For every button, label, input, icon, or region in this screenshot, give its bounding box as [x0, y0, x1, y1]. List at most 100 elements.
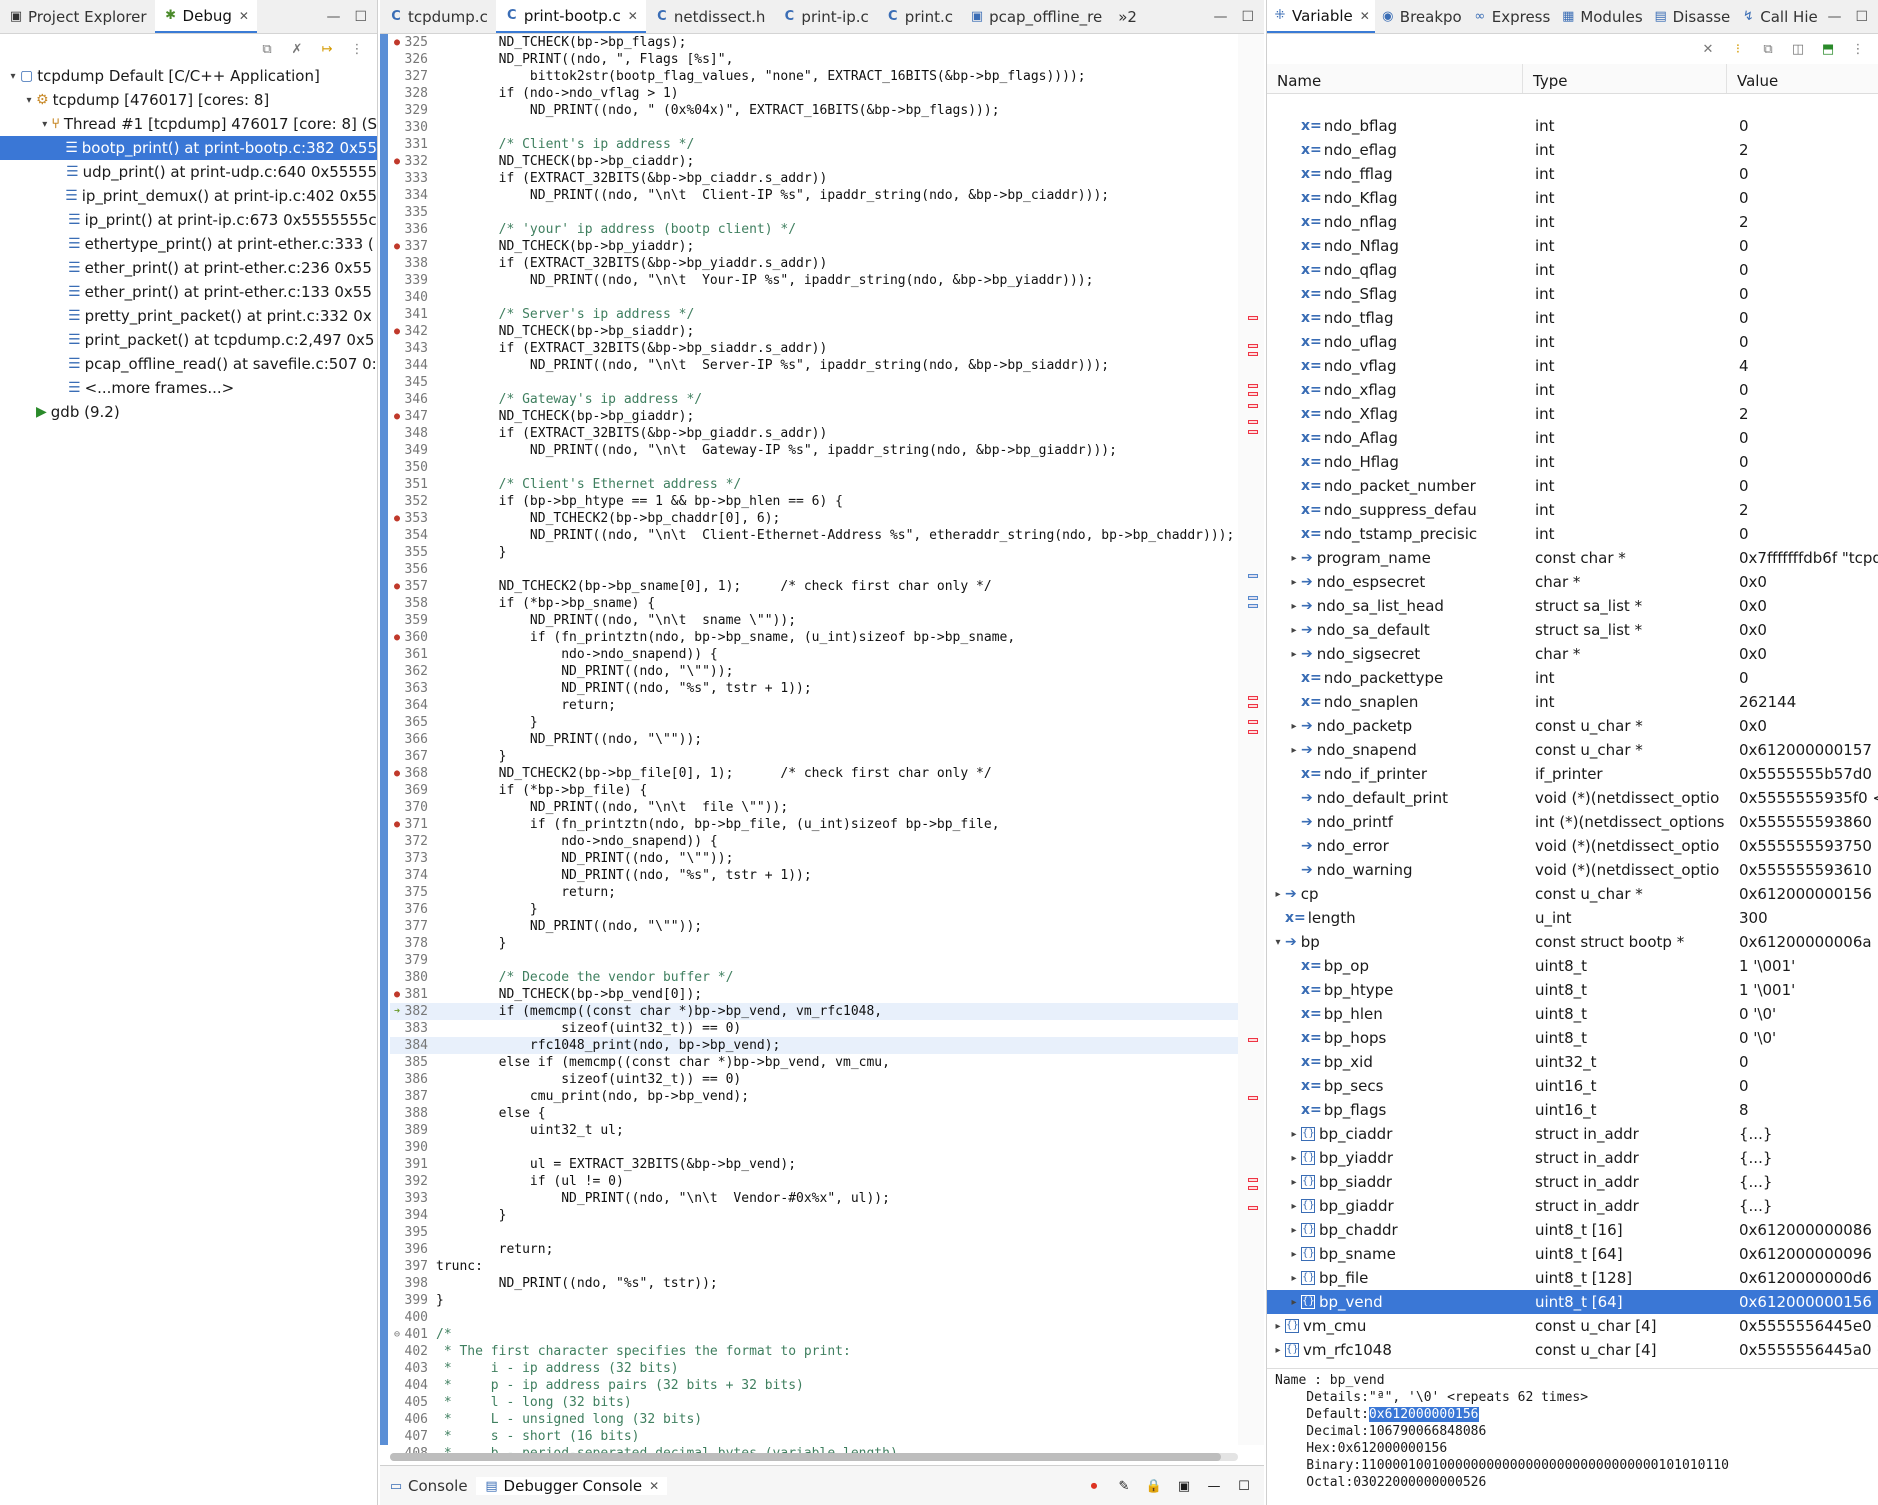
code-line[interactable]: 335 — [390, 204, 1238, 221]
instruction-pointer-icon[interactable]: ➜ — [390, 1006, 404, 1017]
code-editor[interactable]: ● 325 ND_TCHECK(bp->bp_flags); 326 ND_PRIN… — [380, 34, 1264, 1465]
variable-row[interactable]: ▸{} vm_cmu const u_char [4] 0x5555556445e0 … — [1267, 1314, 1878, 1338]
overview-mark[interactable] — [1248, 720, 1258, 724]
code-line[interactable]: 355 } — [390, 544, 1238, 561]
variable-row[interactable]: ▸{} bp_ciaddr struct in_addr {...} — [1267, 1122, 1878, 1146]
expand-toggle-icon[interactable]: ▸ — [1287, 1297, 1301, 1308]
code-line[interactable]: 380 /* Decode the vendor buffer */ — [390, 969, 1238, 986]
breakpoint-icon[interactable]: ● — [390, 581, 404, 592]
close-icon[interactable]: ✕ — [628, 9, 638, 23]
code-line[interactable]: 336 /* 'your' ip address (bootp client) … — [390, 221, 1238, 238]
breakpoint-icon[interactable]: ● — [390, 37, 404, 48]
view-menu-icon[interactable]: ⋮ — [349, 41, 365, 57]
code-line[interactable]: ● 368 ND_TCHECK2(bp->bp_file[0], 1); /* c… — [390, 765, 1238, 782]
code-line[interactable]: 392 if (ul != 0) — [390, 1173, 1238, 1190]
code-line[interactable]: 340 — [390, 289, 1238, 306]
overview-mark[interactable] — [1248, 344, 1258, 348]
variable-row[interactable]: x= ndo_tflag int 0 — [1267, 306, 1878, 330]
code-line[interactable]: ● 347 ND_TCHECK(bp->bp_giaddr); — [390, 408, 1238, 425]
code-line[interactable]: 348 if (EXTRACT_32BITS(&bp->bp_giaddr.s_… — [390, 425, 1238, 442]
variable-row[interactable]: ▸ ➔ ndo_espsecret char * 0x0 — [1267, 570, 1878, 594]
variable-row[interactable]: ▸ ➔ program_name const char * 0x7fffffffdb6f… — [1267, 546, 1878, 570]
code-line[interactable]: 398 ND_PRINT((ndo, "%s", tstr)); — [390, 1275, 1238, 1292]
code-line[interactable]: 388 else { — [390, 1105, 1238, 1122]
breakpoint-icon[interactable]: ● — [390, 156, 404, 167]
tab-editor-file[interactable]: ▣ pcap_offline_re — [961, 0, 1110, 33]
expand-toggle-icon[interactable]: ▾ — [1271, 937, 1285, 948]
column-name[interactable]: Name — [1267, 64, 1523, 93]
code-line[interactable]: 407 * s - short (16 bits) — [390, 1428, 1238, 1445]
code-line[interactable]: ● 353 ND_TCHECK2(bp->bp_chaddr[0], 6); — [390, 510, 1238, 527]
breakpoint-icon[interactable]: ● — [390, 241, 404, 252]
code-line[interactable]: 341 /* Server's ip address */ — [390, 306, 1238, 323]
code-line[interactable]: 344 ND_PRINT((ndo, "\n\t Server-IP %s", … — [390, 357, 1238, 374]
tab-project-explorer[interactable]: ▣ Project Explorer — [0, 0, 155, 33]
code-line[interactable]: ● 337 ND_TCHECK(bp->bp_yiaddr); — [390, 238, 1238, 255]
variable-row[interactable]: x= ndo_suppress_defau int 2 — [1267, 498, 1878, 522]
variable-row[interactable]: ▸ ➔ ndo_snapend const u_char * 0x61200000015… — [1267, 738, 1878, 762]
debug-tree-item[interactable]: ☰ ether_print() at print-ether.c:236 0x55 — [0, 256, 377, 280]
variable-row[interactable]: x= bp_hops uint8_t 0 '\0' — [1267, 1026, 1878, 1050]
code-line[interactable]: 349 ND_PRINT((ndo, "\n\t Gateway-IP %s",… — [390, 442, 1238, 459]
code-line[interactable]: ● 357 ND_TCHECK2(bp->bp_sname[0], 1); /* … — [390, 578, 1238, 595]
code-line[interactable]: 394 } — [390, 1207, 1238, 1224]
code-line[interactable]: 333 if (EXTRACT_32BITS(&bp->bp_ciaddr.s_… — [390, 170, 1238, 187]
debug-tree-item[interactable]: ☰ pcap_offline_read() at savefile.c:507 0… — [0, 352, 377, 376]
minimize-icon[interactable]: — — [1206, 1478, 1222, 1494]
expand-toggle-icon[interactable]: ▸ — [1271, 1345, 1285, 1356]
code-line[interactable]: 339 ND_PRINT((ndo, "\n\t Your-IP %s", ip… — [390, 272, 1238, 289]
code-line[interactable]: 372 ndo->ndo_snapend)) { — [390, 833, 1238, 850]
tab-expressions[interactable]: ∞ Express — [1467, 0, 1556, 33]
expand-toggle-icon[interactable]: ▸ — [1287, 1129, 1301, 1140]
tab-breakpoints[interactable]: ◉ Breakpo — [1375, 0, 1467, 33]
code-line[interactable]: 375 return; — [390, 884, 1238, 901]
debug-tree-item[interactable]: ☰ udp_print() at print-udp.c:640 0x55555 — [0, 160, 377, 184]
debug-tree-item[interactable]: ▾ ⚙ tcpdump [476017] [cores: 8] — [0, 88, 377, 112]
overview-mark[interactable] — [1248, 604, 1258, 608]
overview-mark[interactable] — [1248, 1186, 1258, 1190]
variable-row[interactable]: x= ndo_tstamp_precisic int 0 — [1267, 522, 1878, 546]
code-line[interactable]: 400 — [390, 1309, 1238, 1326]
variable-row[interactable]: ➔ ndo_default_print void (*)(netdissect_op… — [1267, 786, 1878, 810]
breakpoint-icon[interactable]: ● — [390, 819, 404, 830]
overview-mark[interactable] — [1248, 316, 1258, 320]
maximize-icon[interactable]: ☐ — [354, 9, 367, 25]
overview-mark[interactable] — [1248, 1096, 1258, 1100]
variable-row[interactable]: x= ndo_if_printer if_printer 0x5555555b57d0… — [1267, 762, 1878, 786]
fold-icon[interactable]: ⊖ — [390, 1329, 404, 1340]
code-line[interactable]: 358 if (*bp->bp_sname) { — [390, 595, 1238, 612]
variable-row[interactable]: x= ndo_Kflag int 0 — [1267, 186, 1878, 210]
code-line[interactable]: 330 — [390, 119, 1238, 136]
debug-tree-item[interactable]: ☰ ip_print_demux() at print-ip.c:402 0x55 — [0, 184, 377, 208]
variable-row[interactable]: x= ndo_bflag int 0 — [1267, 114, 1878, 138]
variable-row[interactable]: ➔ ndo_error void (*)(netdissect_optio 0x555… — [1267, 834, 1878, 858]
variable-row[interactable]: x= ndo_Sflag int 0 — [1267, 282, 1878, 306]
column-value[interactable]: Value — [1727, 64, 1878, 93]
minimize-icon[interactable]: — — [1213, 9, 1227, 25]
collapse-all-icon[interactable]: ⧉ — [1760, 41, 1776, 57]
code-line[interactable]: 345 — [390, 374, 1238, 391]
variable-row[interactable]: ▸{} bp_vend uint8_t [64] 0x612000000156 — [1267, 1290, 1878, 1314]
breakpoint-icon[interactable]: ● — [390, 632, 404, 643]
variable-row[interactable]: ▸{} bp_siaddr struct in_addr {...} — [1267, 1170, 1878, 1194]
code-line[interactable]: 331 /* Client's ip address */ — [390, 136, 1238, 153]
variable-row[interactable]: ▸{} bp_file uint8_t [128] 0x6120000000d6 — [1267, 1266, 1878, 1290]
variable-row[interactable]: ▸ ➔ ndo_packetp const u_char * 0x0 — [1267, 714, 1878, 738]
variable-row[interactable]: ▸{} bp_chaddr uint8_t [16] 0x612000000086 — [1267, 1218, 1878, 1242]
breakpoint-icon[interactable]: ● — [390, 513, 404, 524]
code-line[interactable]: 338 if (EXTRACT_32BITS(&bp->bp_yiaddr.s_… — [390, 255, 1238, 272]
overview-mark[interactable] — [1248, 420, 1258, 424]
pin-icon[interactable]: ⬒ — [1820, 41, 1836, 57]
tab-editor-file[interactable]: Cprint-ip.c — [773, 0, 876, 33]
debug-tree-item[interactable]: ▾ ⑂ Thread #1 [tcpdump] 476017 [core: 8] (… — [0, 112, 377, 136]
tab-variables[interactable]: ⁜ Variable ✕ — [1267, 0, 1375, 33]
variable-row[interactable]: ▸{} bp_yiaddr struct in_addr {...} — [1267, 1146, 1878, 1170]
code-line[interactable]: 352 if (bp->bp_htype == 1 && bp->bp_hlen… — [390, 493, 1238, 510]
tab-editor-file[interactable]: Cnetdissect.h — [646, 0, 774, 33]
code-line[interactable]: ● 325 ND_TCHECK(bp->bp_flags); — [390, 34, 1238, 51]
variable-row[interactable]: x= ndo_Hflag int 0 — [1267, 450, 1878, 474]
remove-terminated-icon[interactable]: ✗ — [289, 41, 305, 57]
breakpoint-icon[interactable]: ● — [390, 411, 404, 422]
overview-mark[interactable] — [1248, 384, 1258, 388]
tab-editor-file[interactable]: Cprint.c — [877, 0, 961, 33]
